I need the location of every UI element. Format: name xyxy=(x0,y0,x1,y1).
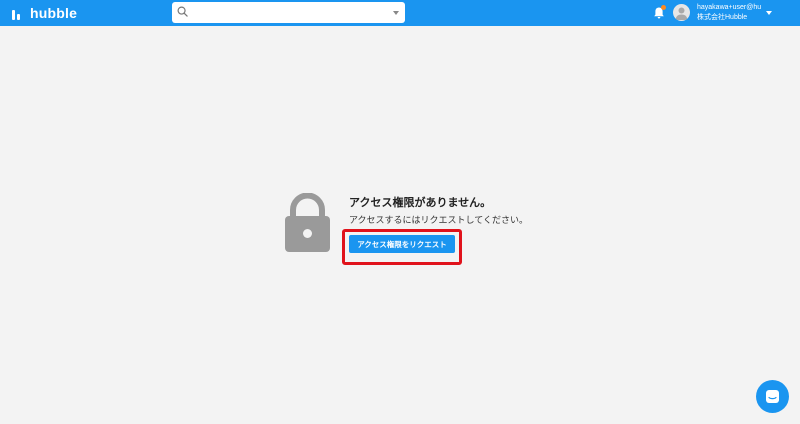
request-access-button[interactable]: アクセス権限をリクエスト xyxy=(349,235,455,253)
avatar[interactable] xyxy=(673,4,690,21)
top-bar: hubble hayakawa+user@hu... 株式会社Hubble xyxy=(0,0,800,26)
access-denied-title: アクセス権限がありません。 xyxy=(349,196,492,209)
hubble-logo[interactable]: hubble xyxy=(12,3,77,23)
user-menu-caret-icon[interactable] xyxy=(766,11,772,15)
search-box[interactable] xyxy=(172,2,405,23)
dropdown-caret-icon[interactable] xyxy=(393,11,399,15)
notification-badge xyxy=(661,5,666,10)
chat-button[interactable] xyxy=(756,380,789,413)
avatar-icon xyxy=(675,7,688,20)
access-denied-message: アクセスするにはリクエストしてください。 xyxy=(349,216,529,226)
hubble-logo-icon xyxy=(12,6,26,20)
user-company: 株式会社Hubble xyxy=(697,14,748,21)
search-input[interactable] xyxy=(192,4,382,21)
search-icon xyxy=(177,6,188,17)
logo-text: hubble xyxy=(30,5,78,21)
lock-icon xyxy=(285,193,330,252)
user-email: hayakawa+user@hu... xyxy=(697,4,761,11)
chat-icon xyxy=(766,390,779,403)
user-info[interactable]: hayakawa+user@hu... 株式会社Hubble xyxy=(697,3,761,23)
